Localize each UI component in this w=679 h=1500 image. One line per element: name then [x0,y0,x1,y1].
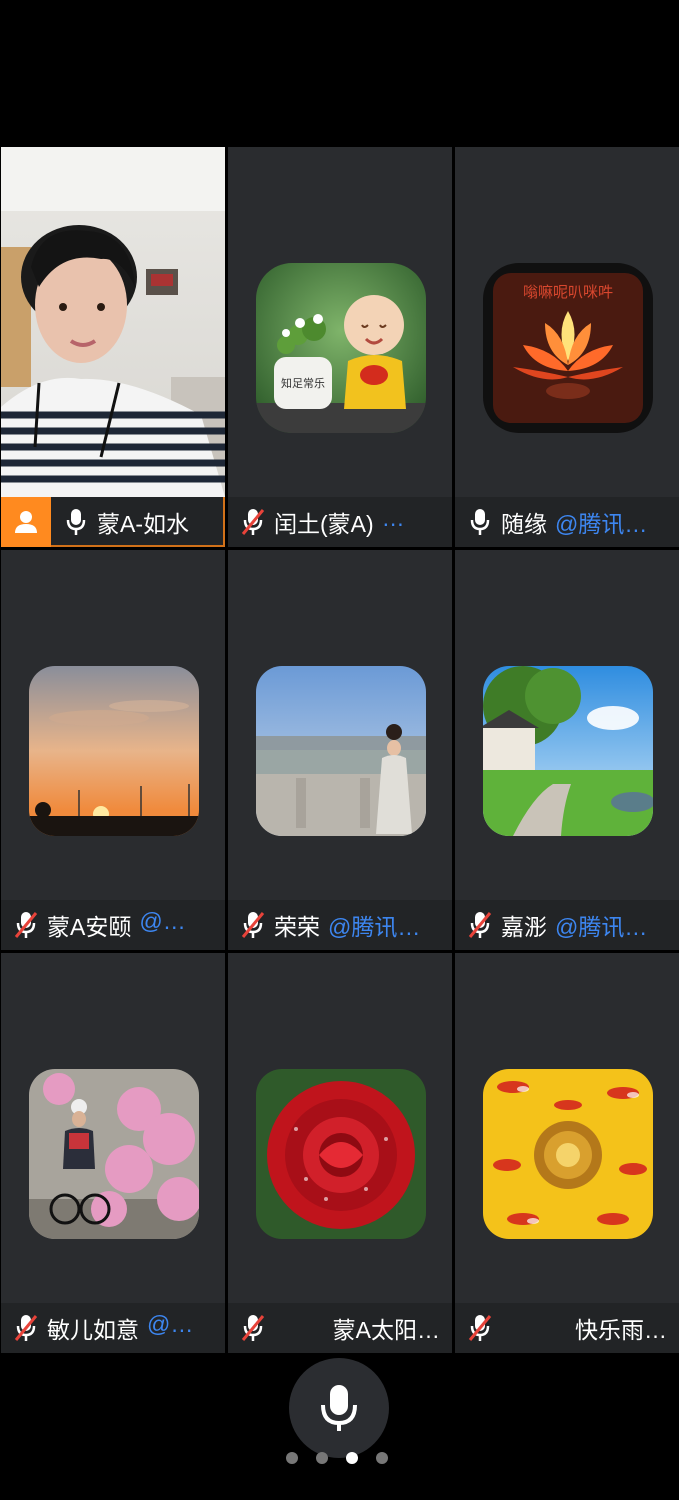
bottom-controls [0,1352,679,1500]
nameplate: 蒙A安颐 @… [1,900,225,950]
mic-muted-icon [240,910,266,940]
participant-tile[interactable]: 知足常乐 闰土(蒙A) … [228,147,452,547]
participant-tile[interactable]: 嗡嘛呢叭咪吽 随缘 @腾讯… [455,147,679,547]
participant-name: 嘉浵 [501,914,547,940]
participant-tag: @腾讯… [555,511,648,537]
avatar: 嗡嘛呢叭咪吽 [483,263,653,433]
mic-muted-icon [467,910,493,940]
participant-name: 蒙A-如水 [97,511,189,537]
page-dot[interactable] [286,1452,298,1464]
participant-grid: 蒙A-如水 知足常乐 闰土(蒙A) … 嗡嘛呢叭咪吽 随缘 @腾讯… 蒙A安颐 … [0,146,679,1353]
participant-name: 荣荣 [274,914,320,940]
avatar [256,1069,426,1239]
participant-tag: @… [147,1311,194,1337]
pot-text: 知足常乐 [281,376,325,390]
participant-tile[interactable]: 荣荣 @腾讯… [228,550,452,950]
avatar: 知足常乐 [256,263,426,433]
nameplate: 闰土(蒙A) … [228,497,452,547]
participant-tag: @… [139,908,186,934]
page-indicator[interactable] [286,1452,388,1464]
avatar [29,1069,199,1239]
avatar [29,666,199,836]
mic-muted-icon [240,507,266,537]
participant-name: 蒙A安颐 [47,914,132,940]
mic-muted-icon [467,1313,493,1343]
microphone-icon [63,507,89,537]
participant-tile[interactable]: 蒙A安颐 @… [1,550,225,950]
participant-name: 敏儿如意 [47,1317,139,1343]
avatar [483,666,653,836]
host-icon [1,497,51,547]
nameplate: 荣荣 @腾讯… [228,900,452,950]
microphone-button[interactable] [289,1358,389,1458]
page-dot-active[interactable] [346,1452,358,1464]
participant-tile[interactable]: 快乐雨… [455,953,679,1353]
self-video [1,147,225,497]
participant-tile[interactable]: 嘉浵 @腾讯… [455,550,679,950]
participant-tile[interactable]: 敏儿如意 @… [1,953,225,1353]
mic-muted-icon [13,910,39,940]
page-dot[interactable] [376,1452,388,1464]
avatar [483,1069,653,1239]
participant-tile-self[interactable]: 蒙A-如水 [1,147,225,547]
nameplate: 敏儿如意 @… [1,1303,225,1353]
nameplate: 蒙A-如水 [1,497,225,547]
avatar-caption: 嗡嘛呢叭咪吽 [523,283,613,301]
nameplate: 嘉浵 @腾讯… [455,900,679,950]
microphone-icon [467,507,493,537]
participant-tag: @腾讯… [555,914,648,940]
avatar [256,666,426,836]
page-dot[interactable] [316,1452,328,1464]
nameplate: 蒙A太阳… [228,1303,452,1353]
microphone-icon [321,1385,357,1431]
participant-name: 随缘 [501,511,547,537]
participant-tag: @腾讯… [328,914,421,940]
participant-name: 蒙A太阳… [332,1317,440,1343]
mic-muted-icon [240,1313,266,1343]
participant-name: 闰土(蒙A) [274,511,374,537]
participant-tag: … [381,505,405,531]
participant-name: 快乐雨… [575,1317,667,1343]
nameplate: 快乐雨… [455,1303,679,1353]
mic-muted-icon [13,1313,39,1343]
participant-tile[interactable]: 蒙A太阳… [228,953,452,1353]
nameplate: 随缘 @腾讯… [455,497,679,547]
